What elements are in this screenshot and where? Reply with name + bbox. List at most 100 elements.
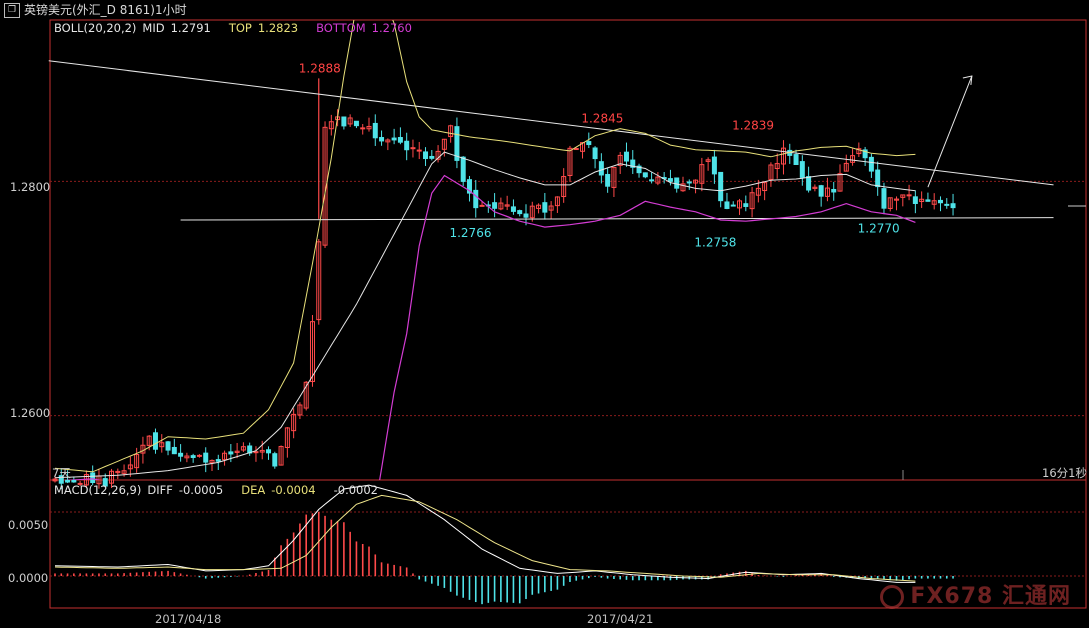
trendline (48, 60, 1054, 186)
boll-mid-value: 1.2791 (170, 21, 211, 35)
candle-down (944, 203, 950, 206)
candle-down (341, 116, 347, 127)
candle-down (592, 147, 598, 160)
candle-down (925, 199, 931, 202)
candle-down (912, 196, 918, 204)
period-label: 7天 (52, 466, 71, 480)
macd-dea-label: DEA (241, 483, 266, 497)
watermark-mark-icon (880, 585, 905, 609)
macd-tick-label: 0.0000 (8, 571, 49, 585)
macd-diff-value: -0.0005 (178, 483, 224, 497)
candle-down (228, 451, 234, 455)
candle-down (605, 173, 611, 187)
candle-down (492, 202, 498, 209)
countdown-label: 16分1秒 (1042, 466, 1087, 480)
candle-down (152, 432, 158, 450)
candle-down (711, 156, 717, 175)
macd-label: MACD(12,26,9) (54, 483, 142, 497)
candle-down (404, 140, 410, 151)
boll-label: BOLL(20,20,2) (54, 21, 137, 35)
chart-frame (49, 19, 1087, 609)
candle-down (937, 199, 943, 204)
price-annotations: 1.2888 1.2845 1.2839 1.2766 1.2758 1.2770 (299, 61, 900, 249)
candle-down (423, 151, 429, 160)
candle-down (171, 446, 177, 455)
candle-down (178, 452, 184, 457)
boll-top-value: 1.2823 (257, 21, 299, 35)
candle-down (793, 154, 799, 165)
candle-down (649, 179, 655, 182)
boll-bottom-label: BOTTOM (316, 21, 366, 35)
boll-mid-label: MID (142, 21, 165, 35)
macd-legend: MACD(12,26,9) DIFF -0.0005 DEA -0.0004 -0.000… (54, 483, 384, 497)
candle-down (190, 455, 196, 458)
candle-down (950, 203, 956, 209)
price-annotation: 1.2888 (299, 61, 341, 75)
candle-down (90, 472, 96, 484)
candle-up (253, 451, 259, 454)
candle-down (203, 452, 209, 463)
macd-value: -0.0002 (333, 483, 378, 497)
candle-down (623, 151, 629, 162)
candle-down (881, 188, 887, 209)
trendline (180, 217, 1054, 221)
boll-mid-line (54, 151, 916, 479)
trend-arrow (927, 75, 973, 188)
plot-border (49, 19, 1087, 609)
candle-down (523, 213, 529, 218)
price-annotation: 1.2845 (581, 112, 623, 126)
candle-down (598, 161, 604, 176)
candle-down (743, 203, 749, 207)
candle-down (806, 176, 812, 191)
price-annotation: 1.2758 (694, 236, 736, 250)
indicator-lines (48, 20, 1054, 583)
price-tick-label: 1.2800 (10, 180, 51, 194)
watermark-text: FX678 汇通网 (910, 584, 1071, 609)
boll-top-label: TOP (228, 21, 252, 35)
boll-bottom-value: 1.2760 (371, 21, 412, 35)
window-titlebar: ❐ 英镑美元(外汇_D 8161)1小时 (0, 0, 1089, 20)
price-annotation: 1.2770 (858, 222, 900, 236)
candle-down (868, 156, 874, 172)
macd-dea-value: -0.0004 (271, 483, 316, 497)
candle-up (906, 194, 912, 197)
candle-down (165, 441, 171, 451)
candle-down (799, 161, 805, 178)
boll-bottom-line (64, 174, 916, 480)
macd-dea-line (54, 494, 916, 582)
candle-down (674, 177, 680, 189)
candle-up (573, 148, 579, 151)
candle-down (875, 169, 881, 188)
window-restore-icon[interactable]: ❐ (4, 3, 20, 18)
grid-lines (50, 180, 1086, 577)
window-title: 英镑美元(外汇_D 8161)1小时 (24, 3, 187, 17)
candle-down (473, 189, 479, 209)
candle-down (397, 137, 403, 143)
candle-down (542, 202, 548, 213)
price-annotation: 1.2839 (732, 119, 774, 133)
candle-down (353, 120, 359, 127)
candle-up (479, 204, 485, 207)
candle-down (724, 201, 730, 209)
candle-down (272, 453, 278, 467)
candle-down (667, 178, 673, 182)
candle-down (730, 204, 736, 207)
macd-histogram (54, 512, 954, 605)
candle-down (71, 479, 77, 483)
macd-tick-label: 0.0050 (8, 518, 49, 532)
candle-down (818, 185, 824, 197)
chart-canvas: 1.2888 1.2845 1.2839 1.2766 1.2758 1.2770 (48, 19, 1087, 609)
candle-down (586, 141, 592, 146)
candle-down (372, 122, 378, 139)
price-tick-label: 1.2600 (10, 406, 51, 420)
candle-down (517, 210, 523, 215)
date-label: 2017/04/21 (587, 612, 654, 626)
macd-diff-label: DIFF (147, 483, 173, 497)
candle-down (266, 449, 272, 454)
candle-up (196, 454, 202, 457)
candle-down (429, 155, 435, 159)
watermark-logo: FX678 汇通网 (880, 578, 1071, 610)
date-label: 2017/04/18 (155, 612, 222, 626)
candle-up (416, 149, 422, 152)
candle-down (379, 137, 385, 142)
